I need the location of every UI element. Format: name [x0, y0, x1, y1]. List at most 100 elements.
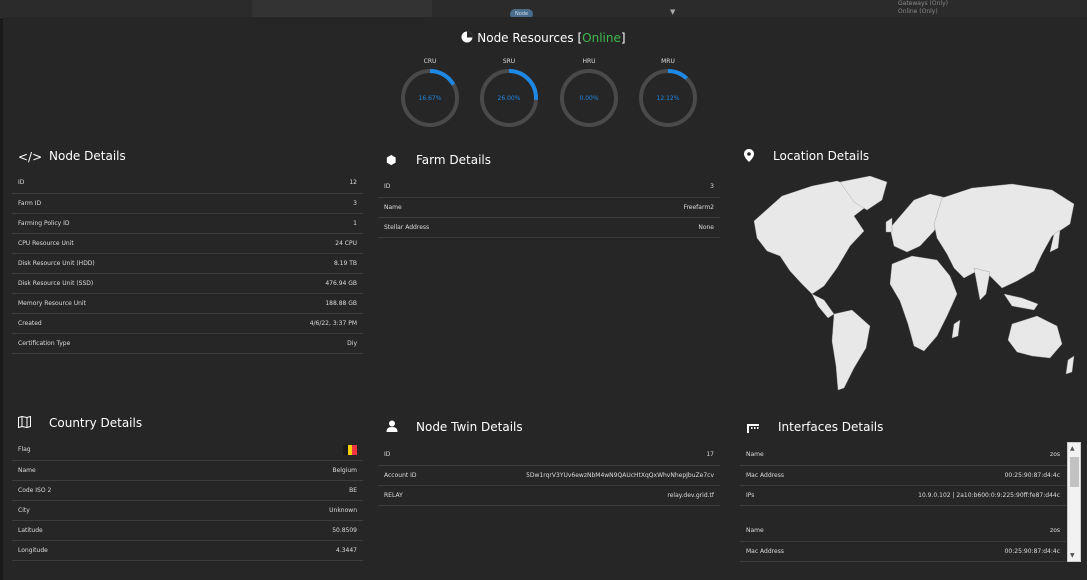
table-row: Disk Resource Unit (SSD) 476.94 GB	[12, 273, 363, 294]
interfaces-table-1: Name zos Mac Address 00:25:90:87:d4:4c IPs 10…	[740, 445, 1066, 506]
gauge-value: 0.00%	[579, 95, 598, 102]
row-key: Latitude	[12, 520, 199, 541]
row-key: Farm ID	[12, 193, 223, 214]
location-details-title: Location Details	[773, 149, 870, 163]
row-value: zos	[819, 445, 1066, 466]
gauge-label: SRU	[502, 58, 516, 65]
scroll-down-icon[interactable]: ▼	[1070, 552, 1075, 559]
interfaces-scrollbar[interactable]: ▲ ▼	[1067, 442, 1081, 562]
row-key: RELAY	[378, 485, 441, 506]
row-key: Disk Resource Unit (HDD)	[12, 253, 223, 274]
table-row: ID 3	[378, 177, 720, 198]
gauge-ring: 0.00%	[560, 69, 618, 127]
country-details-table: Flag Name Belgium Code ISO 2 BE City Unknown La…	[12, 440, 363, 561]
node-details-table: ID 12 Farm ID 3 Farming Policy ID 1 CPU Resour…	[12, 173, 363, 354]
twin-details-title: Node Twin Details	[416, 420, 523, 434]
gauge-ring: 16.67%	[401, 69, 459, 127]
table-row: City Unknown	[12, 500, 363, 521]
row-key: ID	[12, 173, 223, 194]
row-key: Longitude	[12, 540, 199, 561]
row-value: 50.8509	[198, 520, 363, 541]
table-row: Certification Type Diy	[12, 333, 363, 354]
table-row: Latitude 50.8509	[12, 520, 363, 541]
row-key: Name	[12, 460, 199, 481]
row-value: 3	[574, 177, 720, 198]
row-value: None	[574, 217, 720, 238]
row-value: 3	[222, 193, 363, 214]
row-value: relay.dev.grid.tf	[440, 485, 720, 506]
gauge-mru: MRU 12.12%	[637, 58, 699, 129]
table-row: Name Belgium	[12, 460, 363, 481]
row-key: Name	[378, 197, 575, 218]
row-value: 1	[222, 213, 363, 234]
scrollbar-thumb[interactable]	[1070, 457, 1079, 487]
filter-toggles[interactable]: Gateways (Only) Online (Only)	[898, 0, 948, 16]
gateways-only-toggle[interactable]: Gateways (Only)	[898, 0, 948, 8]
row-value: zos	[878, 521, 1066, 542]
table-row: Disk Resource Unit (HDD) 8.19 TB	[12, 253, 363, 274]
person-icon	[386, 420, 398, 435]
twin-details-table: ID 17 Account ID 5Dw1rqrV3YUv6ewzNbM4wN9QAU…	[378, 445, 720, 506]
row-value: 24 CPU	[222, 233, 363, 254]
row-key: Flag	[12, 440, 199, 461]
row-value: 00:25:90:87:d4:4c	[819, 465, 1066, 486]
farm-details-table: ID 3 Name Freefarm2 Stellar Address None	[378, 177, 720, 238]
row-value: 188.88 GB	[222, 293, 363, 314]
gauge-value: 12.12%	[657, 95, 680, 102]
gauge-cru: CRU 16.67%	[399, 58, 461, 129]
table-row: Farming Policy ID 1	[12, 213, 363, 234]
row-value: Freefarm2	[574, 197, 720, 218]
row-key: City	[12, 500, 199, 521]
cube-icon: ⬢	[386, 153, 397, 167]
table-row: Account ID 5Dw1rqrV3YUv6ewzNbM4wN9QAUcHtX…	[378, 465, 720, 486]
row-value: 476.94 GB	[222, 273, 363, 294]
row-key: Created	[12, 313, 223, 334]
row-value: Unknown	[198, 500, 363, 521]
table-row: Created 4/6/22, 3:37 PM	[12, 313, 363, 334]
interfaces-table-2: Name zos Mac Address 00:25:90:87:d4:4c	[740, 521, 1066, 562]
row-value: 4.3447	[198, 540, 363, 561]
row-value: 00:25:90:87:d4:4c	[878, 541, 1066, 562]
gauge-label: MRU	[661, 58, 675, 65]
belgium-flag-icon	[343, 444, 357, 455]
ethernet-icon	[746, 420, 760, 436]
row-value: 10.9.0.102 | 2a10:b600:0:9:225:90ff:fe87…	[819, 485, 1066, 506]
online-only-toggle[interactable]: Online (Only)	[898, 8, 948, 16]
row-key: ID	[378, 177, 575, 198]
table-row: IPs 10.9.0.102 | 2a10:b600:0:9:225:90ff:f…	[740, 485, 1066, 506]
row-value: 5Dw1rqrV3YUv6ewzNbM4wN9QAUcHtXqQxWhvNhep…	[440, 465, 720, 486]
row-key: CPU Resource Unit	[12, 233, 223, 254]
chevron-down-icon[interactable]: ▼	[670, 8, 675, 16]
table-row: CPU Resource Unit 24 CPU	[12, 233, 363, 254]
row-value: Belgium	[198, 460, 363, 481]
table-row: Name zos	[740, 445, 1066, 466]
row-value: 4/6/22, 3:37 PM	[222, 313, 363, 334]
row-key: IPs	[740, 485, 820, 506]
row-key: ID	[378, 445, 441, 466]
gauge-sru: SRU 26.00%	[478, 58, 540, 129]
table-row: Name zos	[740, 521, 1066, 542]
node-resources-title: Node Resources [Online]	[0, 31, 1087, 45]
table-row: ID 12	[12, 173, 363, 194]
row-key: Name	[740, 445, 820, 466]
row-value: 8.19 TB	[222, 253, 363, 274]
table-row: Stellar Address None	[378, 217, 720, 238]
node-details-title: Node Details	[49, 149, 126, 163]
country-details-title: Country Details	[49, 416, 143, 430]
filter-bar: Node ID ▼ Gateways (Only) Online (Only)	[0, 0, 1087, 27]
row-value: BE	[198, 480, 363, 501]
row-key: Disk Resource Unit (SSD)	[12, 273, 223, 294]
table-row: Name Freefarm2	[378, 197, 720, 218]
scroll-up-icon[interactable]: ▲	[1070, 445, 1075, 452]
row-value: Diy	[222, 333, 363, 354]
gauge-ring: 26.00%	[480, 69, 538, 127]
row-key: Certification Type	[12, 333, 223, 354]
row-value	[198, 440, 363, 461]
row-key: Mac Address	[740, 465, 820, 486]
gauge-ring: 12.12%	[639, 69, 697, 127]
row-key: Name	[740, 521, 879, 542]
node-id-select[interactable]: Node ID ▼	[252, 0, 675, 27]
world-map[interactable]	[742, 175, 1078, 396]
row-key: Account ID	[378, 465, 441, 486]
gauge-hru: HRU 0.00%	[558, 58, 620, 129]
